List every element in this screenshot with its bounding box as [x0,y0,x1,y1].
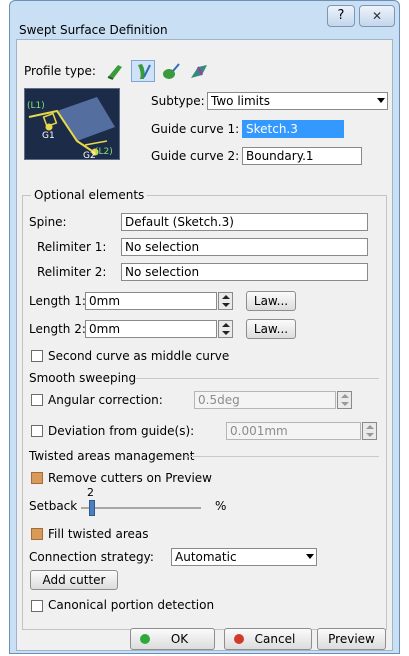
help-button[interactable]: ? [327,5,355,27]
fill-twisted-checkbox[interactable] [31,528,43,540]
relimiter-2-field[interactable]: No selection [121,263,368,281]
length-2-spinner[interactable] [218,320,233,338]
relimiter-1-field[interactable]: No selection [121,238,368,256]
second-curve-middle-checkbox[interactable] [31,350,43,362]
deviation-from-guides-checkbox[interactable] [31,425,43,437]
close-button[interactable]: ✕ [359,5,395,27]
profile-explicit-button[interactable] [187,60,211,82]
setback-slider-track [81,507,201,509]
preview-button[interactable]: Preview [317,628,386,650]
deviation-from-guides-field[interactable]: 0.001mm [226,422,361,440]
ok-button[interactable]: OK [130,628,215,650]
length-1-field[interactable]: 0mm [85,292,217,310]
line-profile-icon [107,65,122,80]
remove-cutters-label: Remove cutters on Preview [48,471,212,485]
add-cutter-button[interactable]: Add cutter [30,570,118,590]
guide-curve-2-label: Guide curve 2: [151,149,240,163]
connection-strategy-label: Connection strategy: [29,550,154,564]
remove-cutters-checkbox[interactable] [31,472,43,484]
title-bar[interactable]: Swept Surface Definition ? ✕ [10,1,399,37]
length-1-law-button[interactable]: Law... [246,291,296,311]
preview-l1-label: (L1) [27,101,45,111]
cancel-button[interactable]: Cancel [224,628,312,650]
cancel-label: Cancel [254,632,296,646]
fill-twisted-label: Fill twisted areas [48,527,149,541]
deviation-from-guides-label: Deviation from guide(s): [48,424,195,438]
spine-label: Spine: [29,215,67,229]
subtype-combo[interactable]: Two limits [207,92,388,110]
deviation-from-guides-spinner[interactable] [362,422,377,440]
setback-value: 2 [87,486,94,499]
angular-correction-field[interactable]: 0.5deg [194,391,336,409]
preview-g1-label: G1 [42,131,55,141]
guide-curve-1-label: Guide curve 1: [151,122,240,136]
setback-label: Setback [29,499,78,513]
ok-label: OK [170,632,189,646]
subtype-preview-image: (L1) G1 (L2) G2 [24,88,120,161]
chevron-down-icon[interactable] [377,98,385,103]
preview-l2-label: (L2) [95,147,113,157]
spine-field[interactable]: Default (Sketch.3) [121,213,368,231]
circle-profile-icon [138,64,151,79]
profile-type-label: Profile type: [24,64,96,78]
length-1-label: Length 1: [29,294,86,308]
length-2-law-button[interactable]: Law... [246,319,296,339]
relimiter-1-label: Relimiter 1: [37,240,107,254]
smooth-sweeping-title: Smooth sweeping [29,371,137,385]
setback-slider-thumb[interactable] [89,500,95,516]
length-2-label: Length 2: [29,322,86,336]
subtype-value: Two limits [211,94,270,108]
optional-elements-title: Optional elements [31,188,148,202]
connection-strategy-value: Automatic [175,550,237,564]
twisted-areas-title: Twisted areas management [29,449,195,463]
dialog-body: Profile type: (L1) G1 (L2) G2 Subtype: T… [16,39,393,651]
guide-curve-2-field[interactable]: Boundary.1 [242,147,362,165]
smooth-sweeping-divider [135,378,379,379]
connection-strategy-combo[interactable]: Automatic [171,548,317,566]
conic-profile-icon [163,63,180,79]
explicit-profile-icon [191,65,207,78]
length-1-spinner[interactable] [218,292,233,310]
angular-correction-label: Angular correction: [48,393,163,407]
profile-circle-button[interactable] [131,60,155,82]
guide-curve-1-field[interactable]: Sketch.3 [242,120,344,138]
twisted-areas-divider [185,456,379,457]
subtype-label: Subtype: [151,94,205,108]
profile-conic-button[interactable] [159,60,183,82]
dialog-title: Swept Surface Definition [19,23,168,37]
canonical-portion-checkbox[interactable] [31,600,43,612]
preview-g2-label: G2 [83,151,96,161]
ok-icon [140,634,150,644]
canonical-portion-label: Canonical portion detection [48,598,215,612]
length-2-field[interactable]: 0mm [85,320,217,338]
chevron-down-icon[interactable] [306,554,314,559]
angular-correction-spinner[interactable] [337,391,352,409]
setback-slider[interactable] [81,500,201,516]
second-curve-middle-label: Second curve as middle curve [48,349,230,363]
dialog-window: Swept Surface Definition ? ✕ Profile typ… [9,0,400,654]
relimiter-2-label: Relimiter 2: [37,265,107,279]
profile-type-toolbar [103,60,213,82]
angular-correction-checkbox[interactable] [31,394,43,406]
cancel-icon [234,634,244,644]
profile-line-button[interactable] [103,60,127,82]
setback-unit: % [215,499,227,513]
